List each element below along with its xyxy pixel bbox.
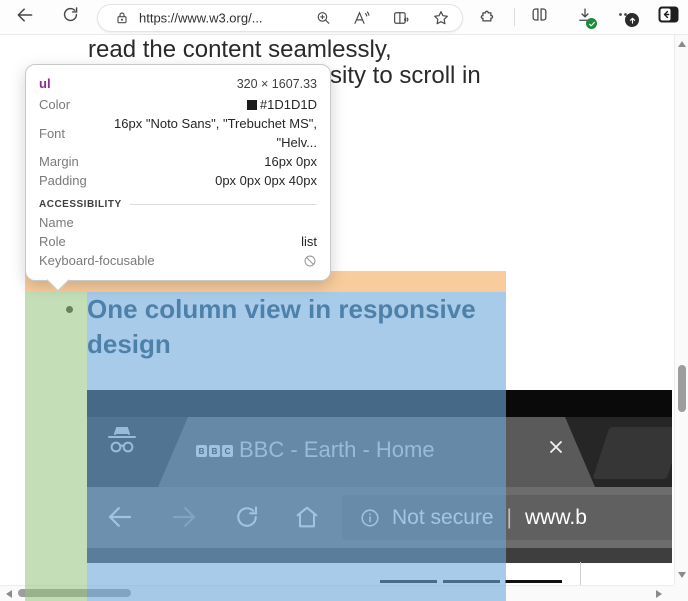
- toolbar-divider: [514, 8, 515, 26]
- list-item-heading: One column view in responsive design: [87, 292, 477, 362]
- lock-icon[interactable]: [114, 10, 130, 26]
- a11y-role-value: list: [301, 232, 317, 251]
- address-divider: |: [507, 506, 512, 530]
- content-rule-segment: [443, 580, 500, 583]
- page-paragraph-line1: read the content seamlessly,: [88, 36, 392, 64]
- margin-label: Margin: [39, 152, 79, 171]
- incognito-icon: [105, 424, 139, 465]
- mobile-forward-icon: [167, 500, 201, 534]
- font-value: 16px "Noto Sans", "Trebuchet MS", "Helv.…: [74, 114, 317, 152]
- screenshot-address-field: Not secure | www.b: [342, 495, 672, 540]
- screenshot-tab-strip: B B C BBC - Earth - Home: [87, 417, 672, 487]
- extensions-button[interactable]: [476, 5, 500, 29]
- address-url: www.b: [525, 506, 587, 530]
- element-tag: ul: [39, 73, 51, 95]
- content-rule-segment: [505, 580, 562, 583]
- article-screenshot-image: B B C BBC - Earth - Home: [87, 390, 672, 563]
- not-secure-label: Not secure: [392, 506, 494, 530]
- downloads-button[interactable]: [573, 5, 597, 29]
- info-icon: [359, 507, 381, 529]
- screenshot-bottom-strip: [87, 548, 672, 563]
- url-text[interactable]: https://www.w3.org/...: [139, 11, 263, 26]
- download-complete-badge: [586, 18, 597, 29]
- back-button[interactable]: [13, 5, 37, 29]
- favicon-letter: B: [209, 445, 220, 457]
- element-dimensions: 320 × 1607.33: [237, 73, 317, 95]
- bbc-favicon: B B C: [196, 445, 233, 457]
- back-icon: [15, 5, 35, 30]
- split-screen-button[interactable]: [527, 5, 551, 29]
- refresh-icon: [61, 5, 80, 29]
- scroll-up-icon[interactable]: [678, 41, 686, 47]
- padding-label: Padding: [39, 171, 87, 190]
- screenshot-tab-title: BBC - Earth - Home: [239, 437, 435, 463]
- favicon-letter: C: [222, 445, 233, 457]
- devtools-inspect-tooltip: ul 320 × 1607.33 Color #1D1D1D Font 16px…: [25, 64, 331, 281]
- browser-window: https://www.w3.org/...: [0, 0, 688, 601]
- extensions-puzzle-icon: [479, 5, 498, 29]
- sidebar-toggle-icon: [658, 6, 679, 28]
- scroll-down-icon[interactable]: [678, 572, 686, 578]
- read-aloud-icon[interactable]: [352, 9, 370, 27]
- zoom-in-icon[interactable]: [315, 10, 332, 27]
- browser-toolbar: https://www.w3.org/...: [0, 0, 688, 35]
- vertical-scrollbar[interactable]: [674, 35, 688, 585]
- a11y-keyboard-label: Keyboard-focusable: [39, 251, 155, 270]
- list-bullet: [66, 306, 73, 313]
- highlight-padding-overlay: [25, 292, 87, 601]
- color-swatch: [247, 100, 257, 110]
- address-bar[interactable]: https://www.w3.org/...: [97, 4, 463, 32]
- accessibility-divider: [130, 204, 317, 205]
- close-tab-icon: [546, 437, 566, 462]
- favicon-letter: B: [196, 445, 207, 457]
- scrollbar-corner: [674, 585, 688, 601]
- margin-value: 16px 0px: [264, 152, 317, 171]
- color-value: #1D1D1D: [247, 95, 317, 114]
- split-screen-icon: [530, 5, 549, 29]
- content-edge-line: [580, 562, 581, 585]
- screenshot-active-tab: B B C BBC - Earth - Home: [158, 417, 595, 487]
- mobile-back-icon: [103, 500, 137, 534]
- mobile-refresh-icon: [230, 500, 264, 534]
- horizontal-scrollbar[interactable]: [0, 585, 674, 601]
- font-label: Font: [39, 124, 65, 143]
- scroll-left-icon[interactable]: [6, 590, 12, 598]
- mobile-home-icon: [290, 500, 324, 534]
- screenshot-background-tab: [593, 427, 672, 479]
- sidebar-toggle-button[interactable]: [656, 5, 680, 29]
- padding-value: 0px 0px 0px 40px: [215, 171, 317, 190]
- page-paragraph-line2: sity to scroll in: [330, 62, 481, 90]
- a11y-name-label: Name: [39, 213, 74, 232]
- settings-more-button[interactable]: [613, 5, 637, 29]
- content-rule-segment: [380, 580, 437, 583]
- accessibility-header: ACCESSIBILITY: [39, 199, 122, 210]
- immersive-reader-icon[interactable]: [392, 9, 410, 27]
- tooltip-pointer: [47, 269, 70, 292]
- not-focusable-icon: [303, 254, 317, 268]
- scroll-right-icon[interactable]: [656, 590, 662, 598]
- horizontal-scrollbar-thumb[interactable]: [18, 589, 131, 597]
- color-label: Color: [39, 95, 70, 114]
- favorites-star-icon[interactable]: [432, 9, 450, 27]
- a11y-role-label: Role: [39, 232, 66, 251]
- refresh-button[interactable]: [58, 5, 82, 29]
- vertical-scrollbar-thumb[interactable]: [678, 365, 686, 412]
- screenshot-mobile-toolbar: Not secure | www.b: [87, 487, 672, 548]
- update-badge: [625, 13, 639, 27]
